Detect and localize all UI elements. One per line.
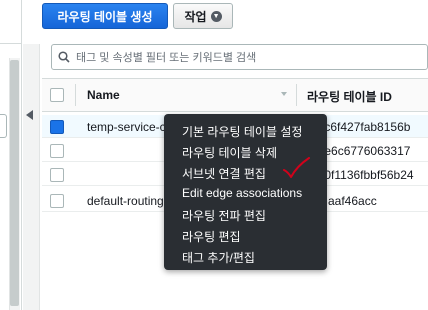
column-header-name[interactable]: Name [87,88,120,102]
sort-icon[interactable] [281,92,287,96]
menu-item-edit-route-propagation[interactable]: 라우팅 전파 편집 [182,207,266,224]
row-route-table-id[interactable]: 05e6c6776063317 [311,144,428,158]
red-checkmark-icon [283,157,310,178]
menu-item-add-edit-tags[interactable]: 태그 추가/편집 [182,249,255,266]
actions-label: 작업 [184,9,207,24]
left-panel-tab[interactable] [0,114,7,138]
left-scrollbar-thumb[interactable] [10,60,19,306]
create-route-table-button[interactable]: 라우팅 테이블 생성 [42,3,168,29]
row-name: default-routing [87,194,164,208]
row-name: temp-service-c [87,120,165,134]
row-route-table-id[interactable]: aaf46acc [328,194,428,208]
menu-item-set-main-route-table[interactable]: 기본 라우팅 테이블 설정 [182,123,302,140]
left-divider [0,43,22,44]
row-checkbox[interactable] [50,144,64,158]
row-checkbox[interactable] [50,194,64,208]
menu-item-delete-route-table[interactable]: 라우팅 테이블 삭제 [182,144,277,161]
menu-item-edit-edge-associations[interactable]: Edit edge associations [182,186,302,200]
column-separator [75,84,76,106]
row-route-table-id[interactable]: 0b0f1136fbbf56b24 [311,168,428,182]
search-placeholder: 태그 및 속성별 필터 또는 키워드별 검색 [76,52,257,64]
select-all-checkbox[interactable] [50,88,64,102]
row-checkbox[interactable] [50,120,64,134]
row-checkbox[interactable] [50,168,64,182]
column-header-route-table-id[interactable]: 라우팅 테이블 ID [307,88,392,105]
collapse-arrow-icon[interactable] [26,110,33,120]
menu-item-edit-subnet-associations[interactable]: 서브넷 연결 편집 [182,165,266,182]
actions-context-menu: 기본 라우팅 테이블 설정 라우팅 테이블 삭제 서브넷 연결 편집 Edit … [164,114,327,270]
collapse-panel[interactable] [23,44,40,310]
search-icon [58,51,70,63]
column-separator [296,84,297,106]
row-route-table-id[interactable]: 03c6f427fab8156b [311,120,428,134]
search-input[interactable]: 태그 및 속성별 필터 또는 키워드별 검색 [51,44,428,70]
create-route-table-label: 라우팅 테이블 생성 [57,9,153,24]
actions-button[interactable]: 작업 ▼ [173,3,233,29]
menu-item-edit-routes[interactable]: 라우팅 편집 [182,228,241,245]
chevron-down-icon: ▼ [210,10,222,22]
